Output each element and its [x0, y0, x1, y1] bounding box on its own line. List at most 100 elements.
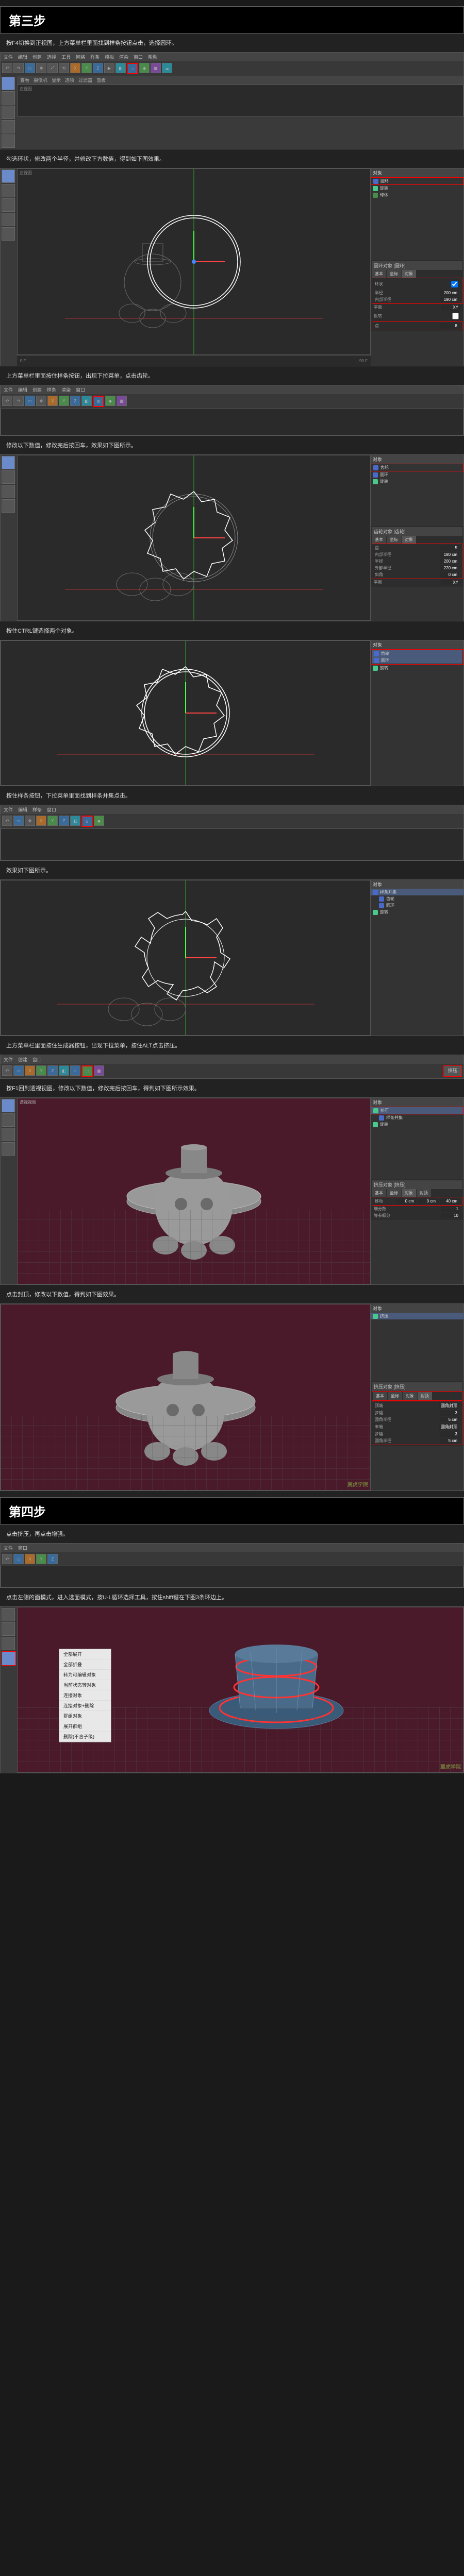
obj-circle[interactable]: 圆环 [371, 177, 463, 185]
z-axis-btn[interactable]: Z [47, 1065, 58, 1076]
menu-spline[interactable]: 样条 [90, 54, 100, 60]
render-btn[interactable]: ▶ [104, 63, 114, 73]
obj-union[interactable]: 样条并集 [371, 889, 463, 895]
val-steps2[interactable]: 3 [440, 1431, 459, 1437]
menu-tools[interactable]: 工具 [61, 54, 71, 60]
y-axis-btn[interactable]: Y [36, 1065, 46, 1076]
val-bevel[interactable]: 0 cm [440, 572, 459, 578]
select-btn[interactable]: ▭ [25, 396, 35, 406]
val-plane[interactable]: XY [441, 580, 460, 585]
z-axis-btn[interactable]: Z [47, 1554, 58, 1564]
ctx-ungroup[interactable]: 展开群组 [59, 1721, 111, 1732]
vp-view[interactable]: 查看 [20, 77, 29, 83]
obj-lathe[interactable]: 旋转 [371, 185, 463, 192]
timeline[interactable]: 0 F 90 F [17, 355, 371, 366]
model-mode-btn[interactable] [2, 456, 15, 469]
select-btn[interactable]: ▭ [13, 816, 24, 826]
face-mode-btn[interactable] [2, 1142, 15, 1156]
viewport-11[interactable] [1, 1566, 463, 1587]
menu-window[interactable]: 窗口 [47, 806, 56, 813]
obj-circle-sel[interactable]: 圆环 [372, 657, 462, 664]
viewport-persp-12[interactable]: 全部展开 全部折叠 转为可编辑对象 当前状态转对象 连接对象 连接对象+删除 群… [17, 1607, 463, 1773]
model-mode-btn[interactable] [2, 1608, 15, 1621]
tab-caps[interactable]: 封顶 [418, 1392, 432, 1400]
ctx-connect[interactable]: 连接对象 [59, 1690, 111, 1701]
viewport-front[interactable]: 正视图 [17, 84, 463, 116]
val-capend[interactable]: 圆角封顶 [439, 1423, 459, 1430]
menu-file[interactable]: 文件 [4, 54, 13, 60]
val-fillet2[interactable]: 5 cm [440, 1438, 459, 1444]
obj-union-child[interactable]: 样条并集 [371, 1114, 463, 1121]
obj-lathe[interactable]: 旋转 [371, 1121, 463, 1128]
undo-btn[interactable]: ↶ [2, 1065, 12, 1076]
obj-extrude[interactable]: 挤压 [371, 1107, 463, 1114]
face-mode-btn[interactable] [2, 134, 15, 148]
val-move-z[interactable]: 40 cm [440, 1198, 459, 1204]
spline-btn[interactable]: ○ [70, 1065, 80, 1076]
object-mode-btn[interactable] [2, 91, 15, 105]
tab-caps[interactable]: 封顶 [417, 1189, 431, 1197]
tab-basic[interactable]: 基本 [372, 270, 386, 278]
model-mode-btn[interactable] [2, 170, 15, 183]
val-teeth[interactable]: 5 [440, 545, 459, 551]
generator-btn[interactable]: ◆ [139, 63, 150, 73]
x-axis-btn[interactable]: X [25, 1554, 35, 1564]
val-steps[interactable]: 3 [440, 1410, 459, 1416]
menu-render[interactable]: 渲染 [119, 54, 128, 60]
vp-display[interactable]: 显示 [52, 77, 61, 83]
extrude-btn[interactable]: ⬚ [81, 1065, 93, 1077]
cube-btn[interactable]: ◧ [70, 816, 80, 826]
move-btn[interactable]: ✥ [36, 63, 46, 73]
tab-object[interactable]: 对象 [402, 270, 416, 278]
deformer-btn[interactable]: ▦ [117, 396, 127, 406]
menu-window[interactable]: 窗口 [134, 54, 143, 60]
redo-btn[interactable]: ↷ [13, 63, 24, 73]
deformer-btn[interactable]: ▦ [94, 1065, 104, 1076]
ctx-collapse[interactable]: 全部折叠 [59, 1659, 111, 1670]
viewport-persp-10[interactable]: 翼虎学院 [1, 1304, 371, 1490]
z-axis-btn[interactable]: Z [70, 396, 80, 406]
obj-gear[interactable]: 齿轮 [371, 464, 463, 471]
undo-btn[interactable]: ↶ [2, 816, 12, 826]
menu-create[interactable]: 创建 [32, 386, 42, 393]
viewport-5[interactable] [1, 640, 371, 786]
model-mode-btn[interactable] [2, 1099, 15, 1112]
vp-options[interactable]: 选项 [65, 77, 74, 83]
obj-circle-child[interactable]: 圆环 [371, 902, 463, 909]
tab-object[interactable]: 对象 [402, 1189, 416, 1197]
point-mode-btn[interactable] [2, 106, 15, 119]
face-mode-btn[interactable] [2, 499, 15, 513]
menu-window[interactable]: 窗口 [76, 386, 85, 393]
rotate-btn[interactable]: ⟲ [59, 63, 69, 73]
obj-lathe[interactable]: 旋转 [371, 478, 463, 485]
val-subdiv[interactable]: 1 [441, 1206, 460, 1212]
select-btn[interactable]: ▭ [13, 1554, 24, 1564]
y-axis-btn[interactable]: Y [59, 396, 69, 406]
obj-gear-sel[interactable]: 齿轮 [372, 650, 462, 657]
spline-circle-btn[interactable]: ○ [127, 63, 138, 74]
vp-panel[interactable]: 面板 [96, 77, 106, 83]
menu-spline[interactable]: 样条 [47, 386, 56, 393]
val-plane[interactable]: XY [441, 304, 460, 310]
val-mid[interactable]: 200 cm [440, 558, 459, 564]
ctx-editable[interactable]: 转为可编辑对象 [59, 1670, 111, 1680]
menu-sim[interactable]: 模拟 [105, 54, 114, 60]
val-points[interactable]: 8 [440, 323, 459, 329]
reverse-checkbox[interactable] [452, 313, 459, 319]
menu-file[interactable]: 文件 [4, 1056, 13, 1063]
undo-btn[interactable]: ↶ [2, 396, 12, 406]
obj-gear-child[interactable]: 齿轮 [371, 895, 463, 902]
x-axis-btn[interactable]: X [25, 1065, 35, 1076]
val-move-x[interactable]: 0 cm [396, 1198, 416, 1204]
tab-coord[interactable]: 坐标 [387, 1189, 401, 1197]
viewport-front-2[interactable]: 正视图 [17, 168, 371, 355]
obj-lathe[interactable]: 旋转 [371, 665, 463, 671]
deformer-btn[interactable]: ▦ [151, 63, 161, 73]
menu-edit[interactable]: 编辑 [18, 54, 27, 60]
obj-sphere[interactable]: 球体 [371, 192, 463, 198]
menu-spline[interactable]: 样条 [32, 806, 42, 813]
tab-object[interactable]: 对象 [403, 1392, 417, 1400]
val-fillet[interactable]: 5 cm [440, 1417, 459, 1422]
ctx-current[interactable]: 当前状态转对象 [59, 1680, 111, 1690]
obj-extrude[interactable]: 挤压 [371, 1313, 463, 1319]
